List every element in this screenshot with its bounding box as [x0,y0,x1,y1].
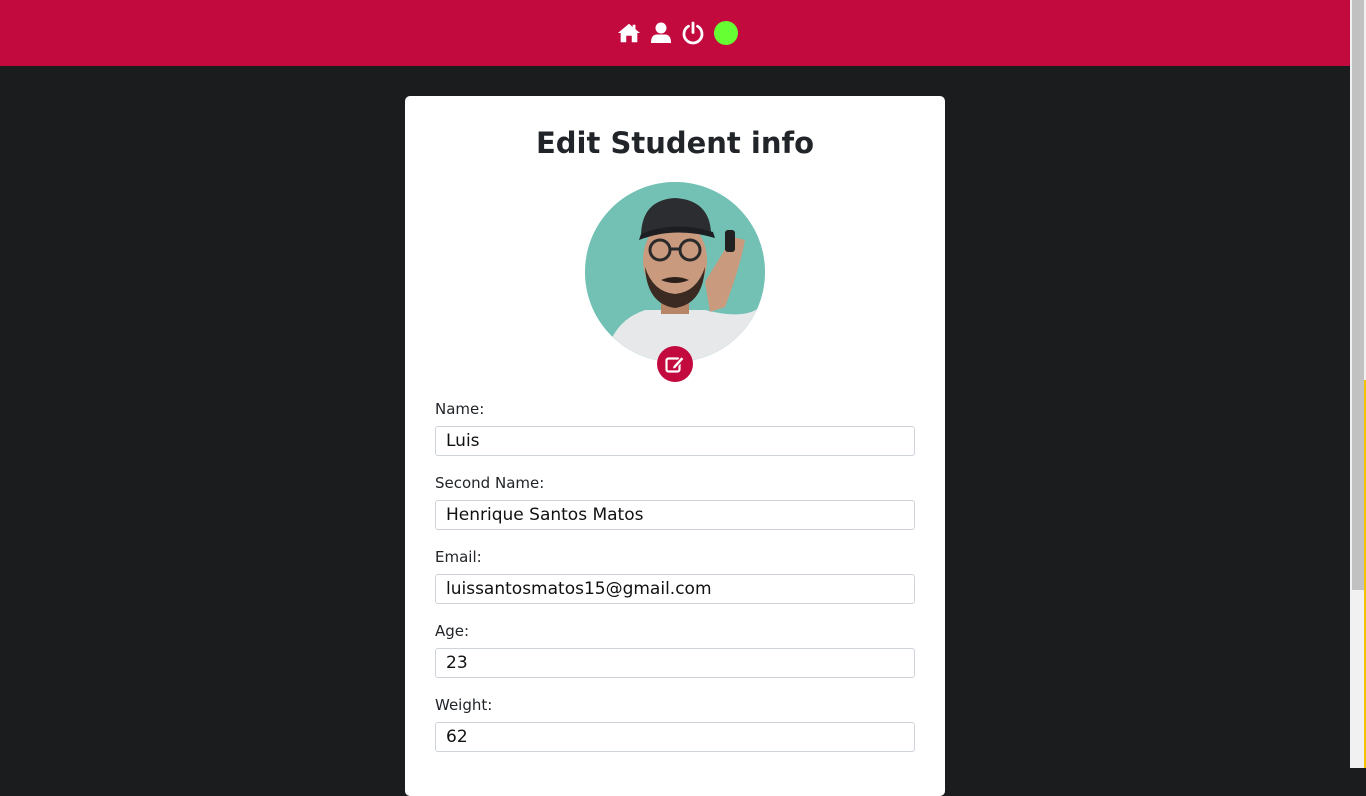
email-field[interactable] [435,574,915,604]
edit-icon [665,355,685,373]
power-icon[interactable] [681,21,705,45]
age-field[interactable] [435,648,915,678]
user-icon[interactable] [649,21,673,45]
edit-student-card: Edit Student info Name: Luis Second Name… [405,96,945,796]
home-icon[interactable] [617,21,641,45]
scrollbar-thumb[interactable] [1352,0,1364,590]
weight-field[interactable] [435,722,915,752]
edit-photo-button[interactable] [657,346,693,382]
name-field[interactable] [435,426,915,456]
second-name-label: Second Name: [435,474,545,492]
email-label: Email: [435,548,482,566]
weight-label: Weight: [435,696,493,714]
top-navbar [0,0,1350,66]
second-name-field[interactable] [435,500,915,530]
avatar-photo [585,182,765,362]
nav-icons [617,21,738,45]
age-label: Age: [435,622,470,640]
name-label: Name: [435,400,485,418]
online-status-indicator [713,21,738,45]
page-title: Edit Student info [535,126,815,160]
student-avatar [585,182,765,362]
